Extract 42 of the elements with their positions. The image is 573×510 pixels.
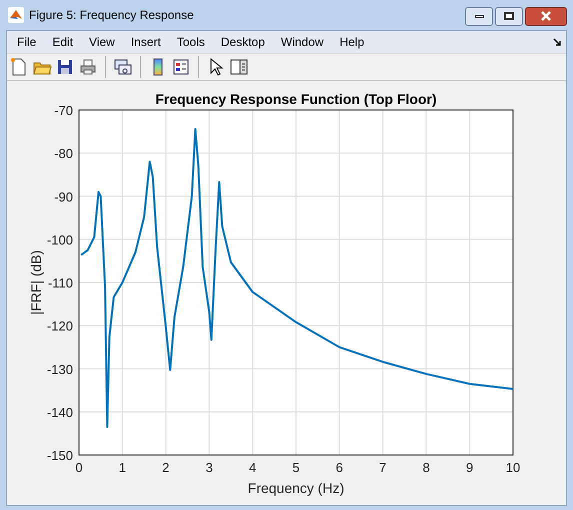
y-tick-label: -100 <box>46 232 73 248</box>
linked-windows-icon[interactable] <box>113 57 133 77</box>
restore-button[interactable] <box>495 6 523 26</box>
menu-item[interactable]: Tools <box>168 33 213 51</box>
y-tick-label: -120 <box>46 318 73 334</box>
x-tick-label: 9 <box>466 460 474 475</box>
x-tick-label: 4 <box>248 460 256 475</box>
y-tick-label: -150 <box>46 448 73 463</box>
y-tick-label: -140 <box>46 404 73 420</box>
x-tick-label: 3 <box>206 460 213 475</box>
menu-item[interactable]: Help <box>332 33 372 51</box>
printer-icon[interactable] <box>78 57 98 77</box>
x-tick-label: 2 <box>162 460 170 475</box>
app-logo-icon <box>8 7 24 23</box>
y-tick-label: -130 <box>46 362 73 377</box>
x-tick-label: 5 <box>292 460 300 475</box>
chart-title: Frequency Response Function (Top Floor) <box>155 91 437 107</box>
x-tick-label: 6 <box>336 460 344 475</box>
y-tick-label: -70 <box>54 103 73 118</box>
x-axis-label: Frequency (Hz) <box>248 480 344 496</box>
dock-arrow-icon[interactable] <box>553 38 562 46</box>
menu-item[interactable]: View <box>81 33 123 51</box>
y-axis-label: |FRF| (dB) <box>28 250 44 315</box>
x-tick-label: 0 <box>75 460 83 475</box>
close-button[interactable] <box>525 6 567 26</box>
x-tick-label: 8 <box>422 460 430 475</box>
menu-item[interactable]: Edit <box>44 33 82 51</box>
y-tick-label: -110 <box>48 276 73 290</box>
menu-item[interactable]: Insert <box>122 33 169 51</box>
y-tick-label: -90 <box>54 189 73 204</box>
menu-item[interactable]: File <box>9 33 44 51</box>
y-tick-label: -80 <box>54 146 73 162</box>
x-tick-label: 10 <box>506 460 520 475</box>
window-title: Figure 5: Frequency Response <box>29 7 194 24</box>
x-tick-label: 7 <box>379 460 386 475</box>
minimize-button[interactable] <box>465 6 493 26</box>
close-icon <box>540 11 552 21</box>
menu-item[interactable]: Desktop <box>212 33 273 51</box>
x-tick-label: 1 <box>118 460 126 475</box>
property-panel-icon[interactable] <box>229 57 249 77</box>
legend-icon[interactable] <box>171 57 191 77</box>
menu-item[interactable]: Window <box>272 33 332 51</box>
